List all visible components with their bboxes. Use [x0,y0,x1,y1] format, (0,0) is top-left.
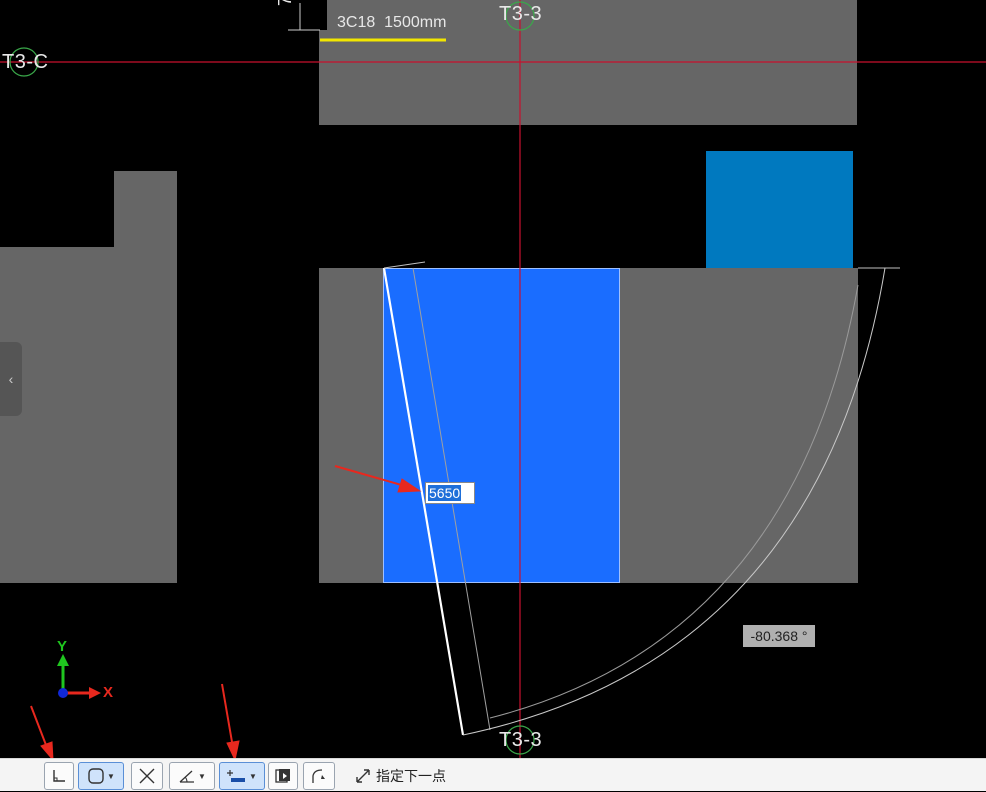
dimension-input-value: 5650 [428,485,462,501]
command-prompt: 指定下一点 [354,759,446,792]
snap-box-icon [88,768,104,784]
chevron-down-icon: ▼ [107,771,115,781]
annotation-arrow-right [221,683,240,758]
command-prompt-text: 指定下一点 [376,767,446,784]
cross-icon [139,768,155,784]
cycle-icon [275,769,290,783]
curve-icon [312,769,325,783]
chevron-down-icon: ▼ [249,771,257,781]
ortho-button[interactable] [44,762,74,790]
angle-readout: -80.368 ° [743,625,815,647]
curve-tool-button[interactable] [303,762,335,790]
object-snap-button[interactable]: ▼ [78,762,124,790]
ucs-x-label: X [103,684,114,701]
ucs-y-label: Y [57,638,68,655]
resize-arrows-icon [356,768,370,783]
annotation-arrow-canvas [334,465,422,493]
drawing-overlay [0,0,986,758]
dimension-input-field[interactable]: 5650 [425,482,475,504]
partial-dimension-text: 70 [275,0,296,6]
grid-label-bottom: T3-3 [499,729,543,751]
angle-icon [179,770,195,783]
grid-label-top: T3-3 [499,3,543,25]
guide-top [383,261,426,269]
intersection-snap-button[interactable] [131,762,163,790]
polar-angle-button[interactable]: ▼ [169,762,215,790]
status-bar: ▼ ▼ ▼ 指定下一点 [0,758,986,791]
ortho-icon [53,770,65,782]
chevron-down-icon: ▼ [198,771,206,781]
angle-arc-outer [462,267,886,736]
dynamic-input-icon [227,770,246,782]
dynamic-input-button[interactable]: ▼ [219,762,265,790]
drawing-canvas[interactable]: ‹ T3-3 T3-C T3-3 3C18 1500mm 5650 -80.36… [0,0,986,758]
ucs-icon [57,654,101,699]
annotation-arrow-left [30,705,54,758]
selection-cycling-button[interactable] [268,762,298,790]
rebar-label: 3C18 1500mm [337,14,447,31]
angle-arc-inner [489,284,859,719]
grid-label-left: T3-C [2,51,49,73]
